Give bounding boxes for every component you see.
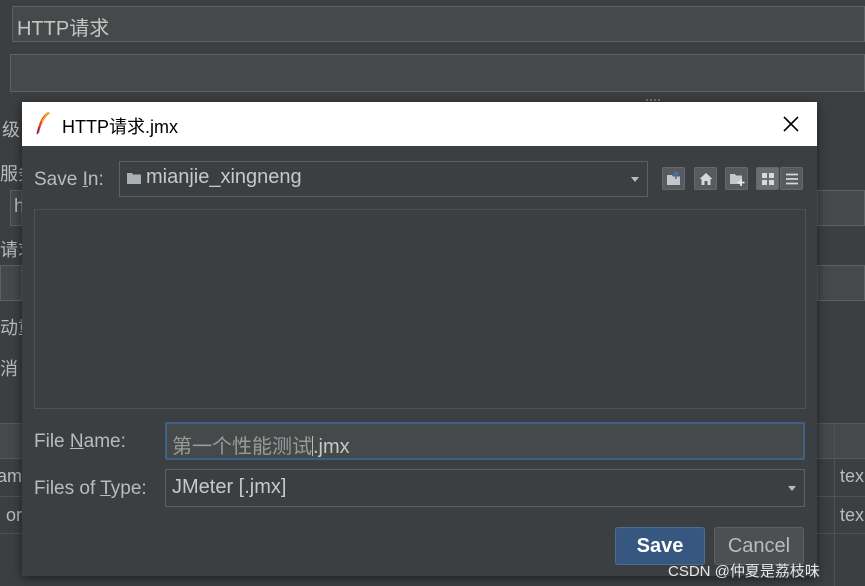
save-in-folder: mianjie_xingneng — [146, 166, 302, 188]
save-in-label: Save In: — [34, 169, 104, 190]
details-view-button[interactable] — [780, 167, 803, 190]
file-name-value: 第一个性能测试.jmx — [172, 436, 350, 458]
list-view-button[interactable] — [756, 167, 779, 190]
files-of-type-value: JMeter [.jmx] — [172, 476, 287, 498]
bg-path-field-right[interactable] — [817, 265, 865, 301]
bg-comment-field[interactable] — [10, 54, 865, 92]
bg-fragment-1: 级 — [2, 120, 20, 140]
close-icon[interactable] — [774, 108, 808, 140]
bg-table-cell: tex — [840, 505, 865, 525]
bg-path-field[interactable] — [0, 265, 22, 301]
files-of-type-dropdown[interactable]: JMeter [.jmx] — [165, 469, 805, 507]
file-list[interactable] — [34, 209, 806, 409]
bg-table-cell: tex — [840, 466, 865, 486]
file-name-input[interactable]: 第一个性能测试.jmx — [165, 422, 805, 460]
file-name-label: File Name: — [34, 431, 126, 452]
feather-icon — [34, 111, 52, 135]
home-button[interactable] — [694, 167, 717, 190]
dialog-titlebar[interactable]: HTTP请求.jmx — [22, 102, 817, 146]
bg-table-cell: or — [5, 505, 22, 525]
up-folder-button[interactable] — [662, 167, 685, 190]
bg-fragment-6: 消 — [0, 359, 18, 379]
bg-table-cell: am — [0, 466, 22, 486]
watermark: CSDN @仲夏是荔枝味 — [668, 563, 820, 580]
bg-name-field[interactable]: HTTP请求 — [12, 6, 865, 42]
files-of-type-label: Files of Type: — [34, 478, 147, 499]
chevron-down-icon — [631, 177, 639, 182]
chevron-down-icon — [788, 486, 796, 491]
save-dialog: HTTP请求.jmx Save In: mianjie_xingneng Fil… — [22, 102, 817, 576]
folder-icon — [127, 171, 141, 189]
dialog-title: HTTP请求.jmx — [62, 117, 178, 137]
bg-column-divider — [834, 423, 835, 586]
bg-name-value: HTTP请求 — [17, 18, 110, 40]
bg-server-field[interactable]: h — [10, 190, 25, 226]
new-folder-button[interactable] — [725, 167, 748, 190]
save-in-dropdown[interactable]: mianjie_xingneng — [119, 161, 648, 197]
bg-splitter[interactable] — [646, 99, 660, 101]
bg-port-field[interactable] — [817, 190, 865, 226]
